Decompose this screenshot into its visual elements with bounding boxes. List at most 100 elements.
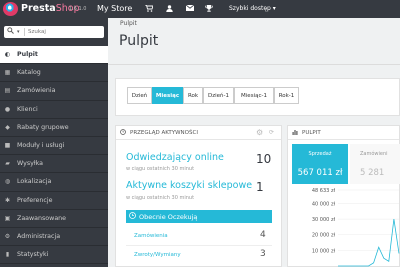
preferences-icon: ✱	[4, 196, 11, 204]
panel-title: PULPIT	[302, 130, 321, 136]
brand-bold: Presta	[21, 3, 56, 14]
shipping-icon: ▰	[5, 160, 10, 168]
breadcrumb[interactable]: Pulpit	[120, 20, 137, 27]
panel-header: PRZEGLĄD AKTYWNOŚCI ⚙ ⟳	[116, 126, 281, 140]
search-input[interactable]	[28, 27, 100, 37]
period-button-year[interactable]: Rok	[183, 87, 203, 104]
period-button-prev-year[interactable]: Rok-1	[274, 87, 299, 104]
sidebar-item-katalog[interactable]: ▦ Katalog	[0, 64, 108, 83]
active-carts-label[interactable]: Aktywne koszyki sklepowe	[126, 180, 252, 191]
activity-overview-panel: PRZEGLĄD AKTYWNOŚCI ⚙ ⟳ Odwiedzający onl…	[115, 125, 282, 267]
search-box: ▾	[4, 26, 104, 38]
currently-pending-header: Obecnie Oczekują	[126, 210, 272, 223]
orders-icon: ▤	[4, 87, 11, 95]
store-link[interactable]: My Store	[97, 4, 132, 13]
sidebar-item-administracja[interactable]: ⚙ Administracja	[0, 228, 108, 247]
modules-icon: ■	[4, 141, 11, 149]
period-selector-panel: Dzień Miesiąc Rok Dzień-1 Miesiąc-1 Rok-…	[115, 78, 400, 116]
advanced-icon: ▣	[4, 214, 11, 222]
y-tick-label: 48 633 zł	[312, 188, 336, 194]
active-carts-value: 1	[256, 180, 264, 194]
y-tick-label: 30 000 zł	[312, 217, 336, 223]
sidebar-item-label: Statystyki	[17, 251, 49, 259]
panel-header: PULPIT	[288, 126, 399, 140]
period-button-prev-month[interactable]: Miesiąc-1	[234, 87, 274, 104]
sales-value: 567 011 zł	[297, 168, 343, 178]
cart-icon[interactable]	[145, 4, 154, 14]
orders-kpi-tile[interactable]: Zamówieni 5 281	[350, 144, 400, 184]
sidebar-item-zamowienia[interactable]: ▤ Zamówienia	[0, 82, 108, 101]
dashboard-panel: PULPIT Sprzedaż 567 011 zł Zamówieni 5 2…	[287, 125, 400, 267]
visitors-online-value: 10	[256, 152, 272, 166]
sidebar-item-lokalizacja[interactable]: ◍ Lokalizacja	[0, 173, 108, 192]
discount-icon: ◆	[5, 123, 10, 131]
sidebar-item-label: Administracja	[17, 232, 61, 240]
pending-orders-value: 4	[260, 230, 266, 240]
quick-access-dropdown[interactable]: Szybki dostęp ▾	[229, 5, 276, 12]
sales-line-chart: 48 633 zł 40 000 zł 30 000 zł 20 000 zł 10 0…	[312, 188, 400, 267]
sidebar-item-pulpit[interactable]: ◐ Pulpit	[0, 46, 108, 65]
period-button-day[interactable]: Dzień	[127, 87, 152, 104]
returns-link[interactable]: Zwroty/Wymiany	[134, 252, 181, 258]
pending-orders-link[interactable]: Zamówienia	[134, 233, 168, 239]
clock-icon	[129, 212, 136, 221]
sidebar-item-label: Rabaty grupowe	[17, 123, 69, 131]
sidebar-item-preferencje[interactable]: ✱ Preferencje	[0, 192, 108, 210]
sales-label: Sprzedaż	[308, 151, 332, 157]
mail-icon[interactable]	[185, 4, 195, 13]
sales-series-line	[338, 219, 400, 267]
sidebar-item-rabaty[interactable]: ◆ Rabaty grupowe	[0, 119, 108, 137]
orders-value: 5 281	[360, 168, 385, 178]
panel-title: PRZEGLĄD AKTYWNOŚCI	[130, 130, 198, 136]
configure-icon[interactable]: ⚙	[256, 128, 263, 137]
sidebar-item-label: Zamówienia	[17, 87, 56, 95]
sales-kpi-tile[interactable]: Sprzedaż 567 011 zł	[292, 144, 348, 184]
row-divider	[126, 245, 272, 246]
top-navbar: PrestaShop 1.6.1.0 My Store Szybki dostę…	[0, 0, 400, 18]
period-button-month[interactable]: Miesiąc	[152, 87, 183, 104]
sidebar-item-label: Katalog	[17, 69, 41, 77]
pending-label: Obecnie Oczekują	[139, 213, 198, 221]
search-divider	[24, 28, 25, 36]
visitors-online-label[interactable]: Odwiedzający online	[126, 152, 224, 163]
dashboard-icon: ◐	[4, 51, 11, 58]
search-icon[interactable]	[7, 27, 14, 36]
y-tick-label: 20 000 zł	[312, 233, 336, 239]
sidebar-item-zaawansowane[interactable]: ▣ Zaawansowane	[0, 210, 108, 228]
customers-icon: ●	[4, 105, 11, 113]
clock-icon	[120, 129, 126, 137]
version-label: 1.6.1.0	[69, 6, 87, 12]
sidebar-item-wysylka[interactable]: ▰ Wysyłka	[0, 155, 108, 174]
stats-icon: ▮	[5, 251, 10, 259]
sidebar-item-statystyki[interactable]: ▮ Statystyki	[0, 246, 108, 265]
sidebar: ▾ ◐ Pulpit ▦ Katalog ▤ Zamówienia ● Klie…	[0, 18, 108, 267]
sidebar-menu: ◐ Pulpit ▦ Katalog ▤ Zamówienia ● Klienc…	[0, 46, 108, 265]
refresh-icon[interactable]: ⟳	[269, 129, 274, 136]
visitors-subtitle: w ciągu ostatnich 30 minut	[126, 166, 195, 172]
carts-subtitle: w ciągu ostatnich 30 minut	[126, 195, 195, 201]
sidebar-item-label: Klienci	[17, 105, 38, 113]
catalog-icon: ▦	[4, 69, 11, 77]
sidebar-item-klienci[interactable]: ● Klienci	[0, 101, 108, 119]
bar-chart-icon	[292, 129, 298, 137]
sidebar-item-label: Wysyłka	[17, 160, 44, 168]
header-divider	[108, 64, 400, 65]
orders-label: Zamówieni	[360, 151, 388, 157]
admin-icon: ⚙	[4, 232, 11, 240]
user-icon[interactable]	[166, 5, 173, 14]
page-title: Pulpit	[119, 33, 159, 49]
period-button-prev-day[interactable]: Dzień-1	[203, 87, 234, 104]
y-tick-label: 10 000 zł	[312, 248, 336, 254]
sidebar-item-label: Lokalizacja	[17, 178, 52, 186]
sidebar-item-label: Moduły i usługi	[17, 141, 65, 149]
y-tick-label: 40 000 zł	[312, 201, 336, 207]
prestashop-logo-icon[interactable]	[3, 2, 18, 16]
sidebar-item-label: Pulpit	[17, 51, 38, 58]
sidebar-item-label: Zaawansowane	[17, 214, 67, 222]
returns-value: 3	[260, 249, 266, 259]
trophy-icon[interactable]	[205, 5, 213, 14]
sidebar-item-label: Preferencje	[17, 196, 53, 204]
search-scope-caret-icon[interactable]: ▾	[17, 29, 20, 35]
globe-icon: ◍	[4, 178, 11, 186]
sidebar-item-moduly[interactable]: ■ Moduły i usługi	[0, 137, 108, 156]
